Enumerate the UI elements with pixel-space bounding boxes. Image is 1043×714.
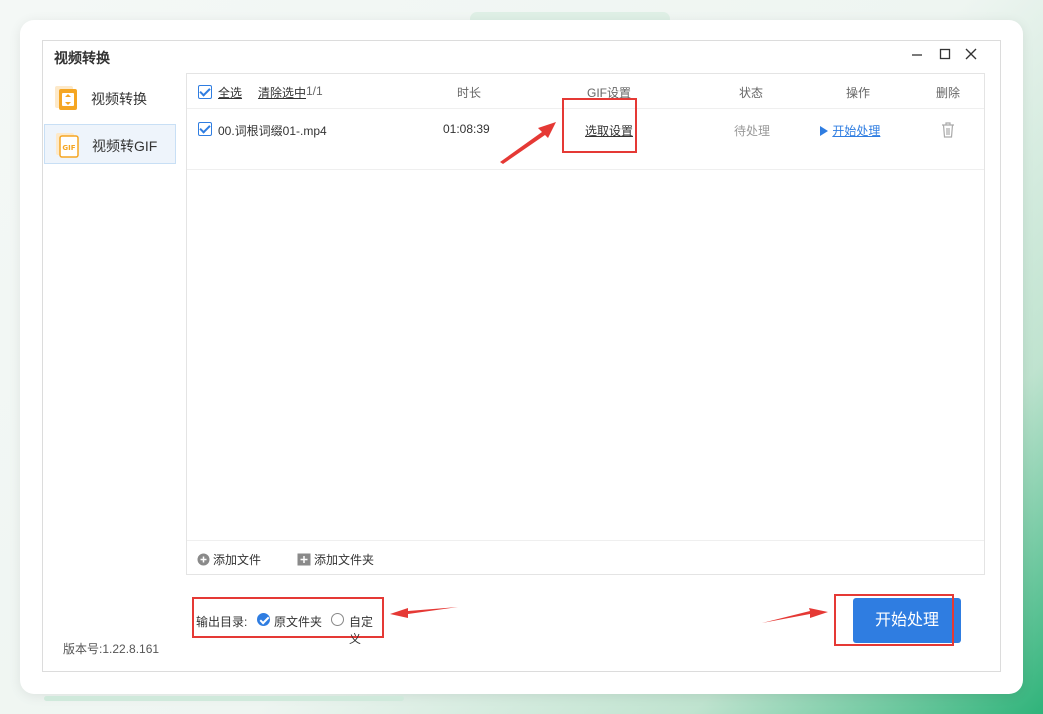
add-folder-button[interactable]: 添加文件夹 [297, 551, 374, 568]
column-header-action: 操作 [846, 86, 871, 100]
annotation-arrow-icon [762, 608, 828, 623]
sidebar-item-video-to-gif[interactable]: GIF 视频转GIF [44, 124, 176, 164]
plus-square-icon [297, 553, 311, 566]
sidebar-item-label: 视频转GIF [92, 138, 158, 154]
output-directory-label: 输出目录: [196, 615, 248, 629]
trash-icon[interactable] [939, 121, 957, 139]
selection-count: 1/1 [306, 84, 323, 98]
background-decoration [44, 696, 404, 701]
start-process-link[interactable]: 开始处理 [819, 122, 880, 139]
annotation-arrow-icon [390, 607, 458, 618]
start-process-label: 开始处理 [832, 124, 881, 138]
minimize-icon [912, 54, 922, 56]
column-header-delete: 删除 [936, 86, 961, 100]
output-directory-group: 输出目录: 原文件夹 自定义 [192, 597, 384, 646]
svg-text:GIF: GIF [62, 144, 75, 152]
file-list-footer: 添加文件 添加文件夹 [187, 540, 984, 575]
close-icon [965, 48, 977, 60]
add-file-label: 添加文件 [213, 553, 262, 567]
sidebar: 视频转换 GIF 视频转GIF [44, 78, 176, 668]
plus-circle-icon [197, 553, 210, 566]
sidebar-item-label: 视频转换 [91, 91, 147, 107]
sidebar-item-video-convert[interactable]: 视频转换 [44, 78, 176, 118]
file-duration: 01:08:39 [443, 122, 490, 136]
select-all-link[interactable]: 全选 [218, 84, 242, 101]
minimize-button[interactable] [908, 47, 926, 65]
column-header-status: 状态 [739, 86, 764, 100]
select-all-checkbox[interactable] [198, 85, 212, 99]
annotation-arrow-icon [500, 122, 556, 164]
close-button[interactable] [962, 47, 980, 65]
maximize-icon [939, 48, 951, 60]
maximize-button[interactable] [936, 47, 954, 65]
column-header-duration: 时长 [457, 86, 482, 100]
radio-custom-label[interactable]: 自定义 [349, 613, 382, 647]
radio-custom[interactable] [331, 613, 344, 626]
clear-selected-link[interactable]: 清除选中 [258, 84, 306, 101]
radio-original-folder-label[interactable]: 原文件夹 [274, 613, 322, 630]
video-convert-icon [55, 86, 77, 110]
version-label: 版本号:1.22.8.161 [63, 642, 160, 656]
annotation-box-settings [562, 98, 637, 153]
add-file-button[interactable]: 添加文件 [197, 551, 261, 568]
play-icon [820, 126, 828, 136]
file-name: 00.词根词缀01-.mp4 [218, 124, 327, 138]
radio-original-folder[interactable] [257, 613, 270, 626]
status-text: 待处理 [734, 124, 771, 138]
add-folder-label: 添加文件夹 [314, 553, 375, 567]
row-checkbox[interactable] [198, 122, 212, 136]
window-title: 视频转换 [54, 50, 110, 66]
gif-icon: GIF [56, 133, 79, 158]
annotation-box-start [834, 594, 954, 646]
